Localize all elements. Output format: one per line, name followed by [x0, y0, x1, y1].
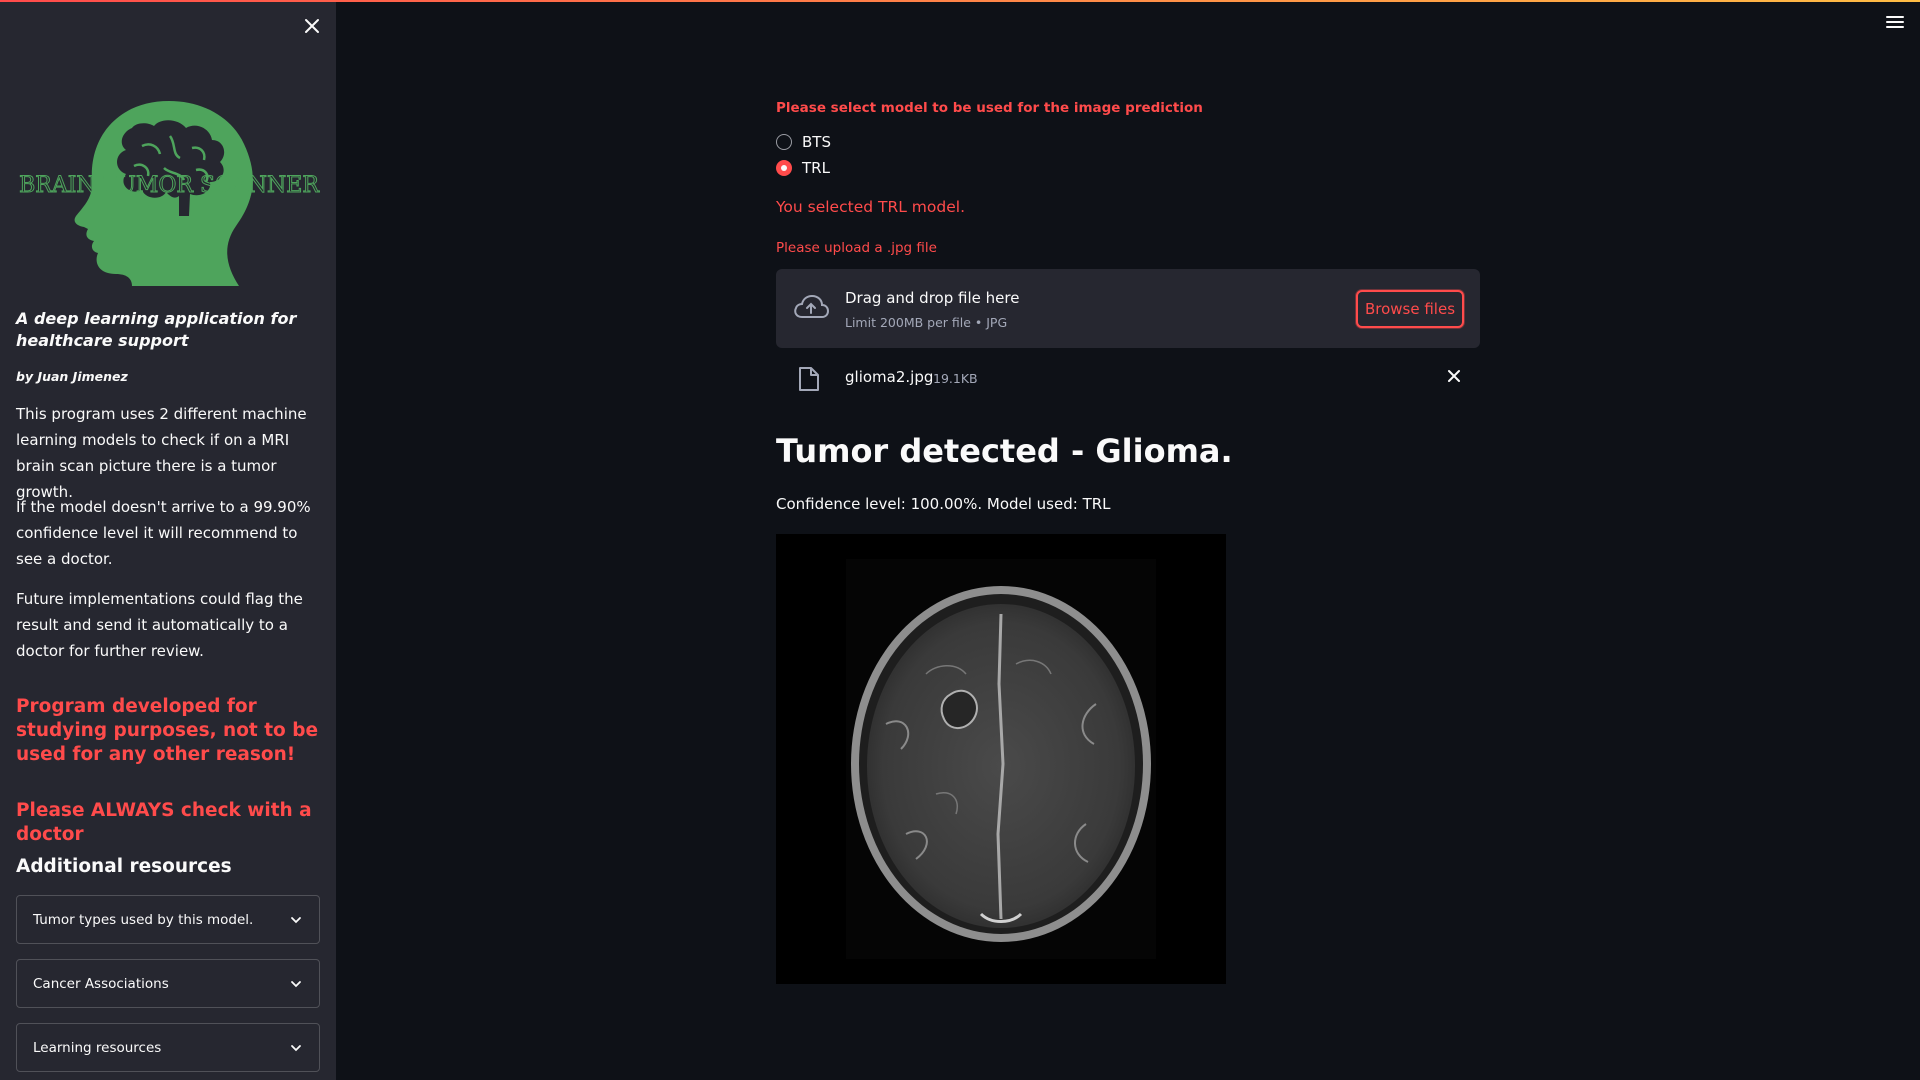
- top-decoration-bar: [0, 0, 1920, 2]
- confidence-text: Confidence level: 100.00%. Model used: T…: [776, 495, 1111, 513]
- uploaded-file-size: 19.1KB: [933, 371, 978, 386]
- sidebar: BRAIN TUMOR SCANNER A deep learning appl…: [0, 0, 336, 1080]
- selected-model-message: You selected TRL model.: [776, 198, 965, 216]
- radio-checked-icon: [776, 160, 792, 176]
- expander-label: Tumor types used by this model.: [33, 911, 254, 928]
- uploaded-file-name: glioma2.jpg: [845, 368, 934, 386]
- model-select-label: Please select model to be used for the i…: [776, 100, 1203, 116]
- confidence-note-paragraph: If the model doesn't arrive to a 99.90% …: [16, 498, 311, 568]
- logo-text: BRAIN TUMOR SCANNER: [19, 173, 320, 198]
- expander-learning-resources[interactable]: Learning resources: [16, 1023, 320, 1072]
- future-paragraph: Future implementations could flag the re…: [16, 590, 303, 660]
- author-credit: by Juan Jimenez: [16, 369, 128, 384]
- close-icon: [1448, 370, 1460, 382]
- dropzone-limit-text: Limit 200MB per file • JPG: [845, 315, 1008, 330]
- menu-button[interactable]: [1886, 16, 1904, 32]
- chevron-down-icon: [291, 980, 301, 987]
- radio-label: BTS: [802, 133, 831, 151]
- doctor-warning: Please ALWAYS check with a doctor: [16, 800, 312, 845]
- prediction-result-heading: Tumor detected - Glioma.: [776, 432, 1233, 470]
- radio-label: TRL: [802, 159, 830, 177]
- chevron-down-icon: [291, 916, 301, 923]
- file-icon: [799, 367, 819, 391]
- uploaded-file-row: glioma2.jpg 19.1KB: [776, 360, 1480, 396]
- remove-file-button[interactable]: [1444, 364, 1464, 388]
- close-sidebar-button[interactable]: [302, 16, 322, 36]
- radio-option-bts[interactable]: BTS: [776, 133, 831, 151]
- cloud-upload-icon: [794, 294, 830, 318]
- expander-label: Learning resources: [33, 1039, 162, 1056]
- app-tagline: A deep learning application for healthca…: [16, 309, 297, 350]
- radio-option-trl[interactable]: TRL: [776, 159, 830, 177]
- close-icon: [305, 19, 319, 33]
- upload-label: Please upload a .jpg file: [776, 240, 937, 256]
- description-paragraph: This program uses 2 different machine le…: [16, 405, 307, 501]
- brain-tumor-scanner-logo: BRAIN TUMOR SCANNER: [14, 96, 324, 286]
- dropzone-title: Drag and drop file here: [845, 289, 1020, 307]
- expander-cancer-associations[interactable]: Cancer Associations: [16, 959, 320, 1008]
- menu-icon: [1886, 16, 1904, 28]
- browse-files-button[interactable]: Browse files: [1356, 290, 1464, 328]
- additional-resources-heading: Additional resources: [16, 856, 232, 877]
- chevron-down-icon: [291, 1044, 301, 1051]
- file-dropzone[interactable]: Drag and drop file here Limit 200MB per …: [776, 269, 1480, 348]
- expander-label: Cancer Associations: [33, 975, 169, 992]
- expander-tumor-types[interactable]: Tumor types used by this model.: [16, 895, 320, 944]
- mri-scan-image: [776, 534, 1226, 984]
- study-warning: Program developed for studying purposes,…: [16, 696, 318, 765]
- radio-unchecked-icon: [776, 134, 792, 150]
